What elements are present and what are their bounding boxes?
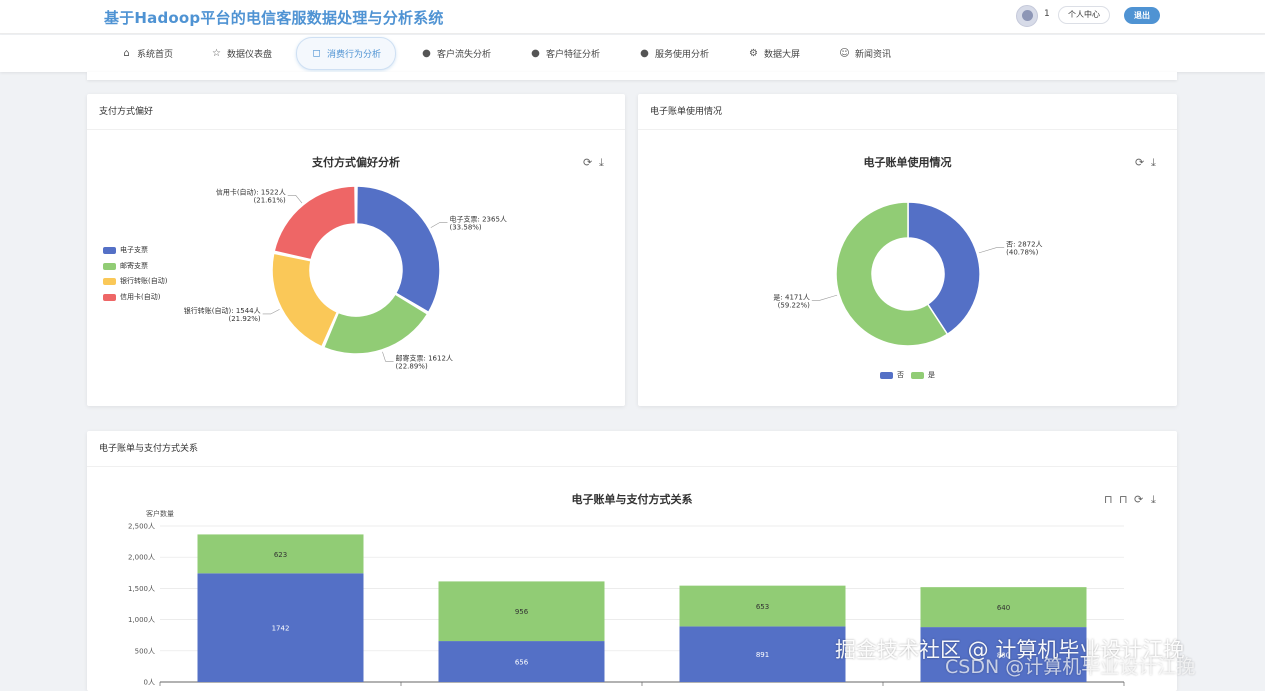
payment-card: 支付方式偏好 支付方式偏好分析 ⟳ ⤓ 电子支票 邮寄支票 银行转账(自动) 信… <box>87 94 625 406</box>
user-count: 1 <box>1044 9 1050 19</box>
y-tick-label: 1,500人 <box>128 585 155 593</box>
bar-value-label: 891 <box>756 651 769 659</box>
slice-percent: (33.58%) <box>450 224 482 232</box>
label-line <box>811 294 838 301</box>
bar-value-label: 640 <box>997 604 1010 612</box>
main-nav: ⌂ 系统首页 ☆ 数据仪表盘 ◻ 消费行为分析 ● 客户流失分析 ● 客户特征分析 ● 服务… <box>0 35 1265 72</box>
ebill-donut-chart: 否: 2872人(40.78%) 是: 4171人(59.22%) <box>773 201 1043 347</box>
slice-percent: (40.78%) <box>1006 249 1038 257</box>
nav-item-label: 新闻资讯 <box>855 50 892 60</box>
previous-card-bottom <box>87 72 1177 80</box>
bar-value-label: 623 <box>274 551 287 559</box>
app-header: 基于Hadoop平台的电信客服数据处理与分析系统 1 个人中心 退出 <box>0 0 1265 34</box>
nav-item-features[interactable]: ● 客户特征分析 <box>530 35 600 72</box>
star-icon: ☆ <box>212 48 221 59</box>
bar-value-label: 653 <box>756 603 769 611</box>
app-title: 基于Hadoop平台的电信客服数据处理与分析系统 <box>104 9 444 27</box>
label-line <box>287 194 303 204</box>
y-tick-label: 2,500人 <box>128 523 155 531</box>
nav-item-label: 数据大屏 <box>764 50 801 60</box>
nav-item-news[interactable]: ☺ 新闻资讯 <box>839 35 891 72</box>
y-tick-label: 1,000人 <box>128 616 155 624</box>
ebill-card: 电子账单使用情况 电子账单使用情况 ⟳ ⤓ 否 是 否: 2872人 (40.78… <box>638 94 1177 406</box>
slice-label: 电子支票: 2365人 <box>450 215 507 224</box>
slice-label: 否: 2872人 <box>1006 241 1042 249</box>
bar-value-label: 1742 <box>272 625 290 633</box>
payment-donut-chart: 电子支票: 2365人(33.58%) 邮寄支票: 1612人(22.89%) 银行… <box>184 185 507 370</box>
smile-icon: ☺ <box>839 48 850 59</box>
slice-percent: (21.92%) <box>229 315 261 323</box>
avatar[interactable] <box>1016 5 1038 27</box>
logout-button[interactable]: 退出 <box>1124 7 1160 24</box>
slice-percent: (22.89%) <box>396 362 428 370</box>
nav-item-label: 服务使用分析 <box>655 50 710 60</box>
label-line <box>262 309 280 315</box>
nav-item-consumption[interactable]: ◻ 消费行为分析 <box>296 37 397 70</box>
question-icon: ● <box>531 48 540 59</box>
nav-item-label: 客户流失分析 <box>437 50 492 60</box>
slice-percent: (59.22%) <box>778 301 810 309</box>
nav-item-bigscreen[interactable]: ⚙ 数据大屏 <box>748 35 800 72</box>
nav-item-label: 客户特征分析 <box>546 50 601 60</box>
info-icon: ● <box>640 48 649 59</box>
nav-item-dashboard[interactable]: ☆ 数据仪表盘 <box>211 35 272 72</box>
nav-item-label: 系统首页 <box>137 50 174 60</box>
bag-icon: ◻ <box>312 48 321 59</box>
nav-item-service[interactable]: ● 服务使用分析 <box>639 35 709 72</box>
pie-slice[interactable] <box>273 185 357 261</box>
bar-value-label: 656 <box>515 659 529 667</box>
slice-percent: (21.61%) <box>254 196 286 204</box>
label-line <box>430 222 448 228</box>
slice-label: 信用卡(自动): 1522人 <box>216 187 286 196</box>
slice-label: 银行转账(自动): 1544人 <box>184 306 261 315</box>
nav-item-home[interactable]: ⌂ 系统首页 <box>121 35 173 72</box>
gear-icon: ⚙ <box>749 48 758 59</box>
nav-item-label: 数据仪表盘 <box>227 50 273 60</box>
home-icon: ⌂ <box>123 48 130 59</box>
bar-value-label: 956 <box>515 608 529 616</box>
label-line <box>978 247 1005 254</box>
pie-slice[interactable] <box>271 252 339 348</box>
y-tick-label: 0人 <box>144 679 155 687</box>
alert-icon: ● <box>422 48 431 59</box>
label-line <box>382 351 394 362</box>
slice-label: 是: 4171人 <box>773 293 809 301</box>
y-tick-label: 2,000人 <box>128 554 155 562</box>
pie-slice[interactable] <box>355 185 441 314</box>
nav-item-churn[interactable]: ● 客户流失分析 <box>421 35 491 72</box>
profile-button[interactable]: 个人中心 <box>1058 6 1110 24</box>
y-tick-label: 500人 <box>135 647 155 655</box>
watermark-secondary: CSDN @计算机毕业设计江挽 <box>945 656 1196 678</box>
slice-label: 邮寄支票: 1612人 <box>396 353 453 362</box>
nav-item-label: 消费行为分析 <box>327 50 382 60</box>
